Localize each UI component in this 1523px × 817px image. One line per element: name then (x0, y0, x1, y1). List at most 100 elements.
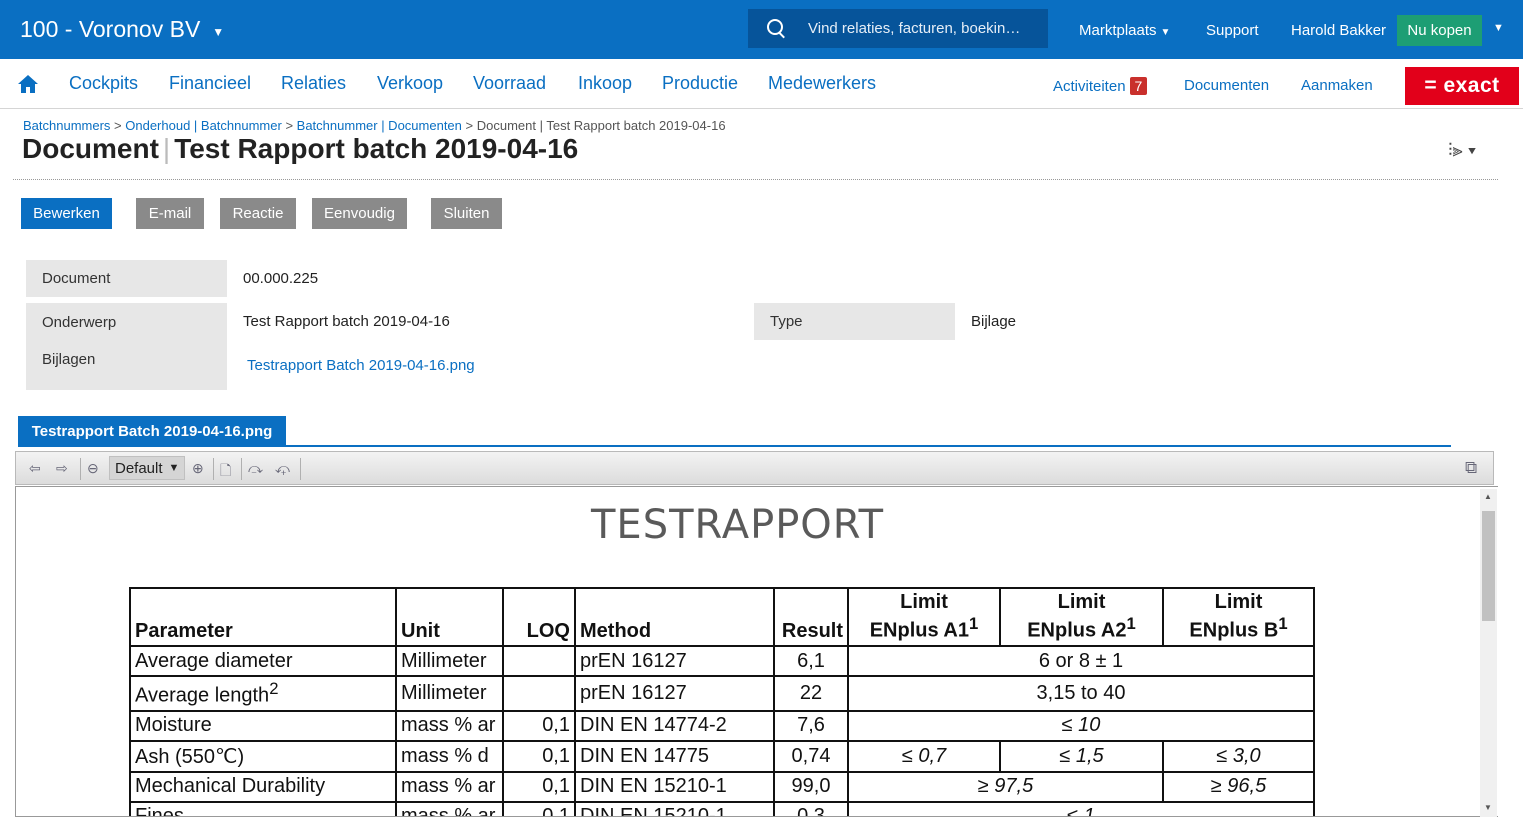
nav-financieel[interactable]: Financieel (169, 73, 251, 94)
marktplaats-label: Marktplaats (1079, 22, 1157, 39)
support-link[interactable]: Support (1206, 22, 1259, 39)
cell-loq: 0,1 (502, 739, 576, 773)
nav-cockpits[interactable]: Cockpits (69, 73, 138, 94)
cell-parameter: Fines (129, 800, 397, 816)
document-label: Document (26, 260, 227, 297)
close-button[interactable]: Sluiten (431, 198, 502, 229)
home-icon[interactable] (18, 75, 38, 93)
search-icon[interactable] (766, 18, 788, 40)
cell-limit: ≤ 10 (847, 709, 1315, 742)
cell-parameter: Mechanical Durability (129, 770, 397, 803)
documenten-link[interactable]: Documenten (1184, 77, 1269, 94)
simple-view-button[interactable]: Eenvoudig (312, 198, 407, 229)
nav-productie[interactable]: Productie (662, 73, 738, 94)
nav-inkoop[interactable]: Inkoop (578, 73, 632, 94)
cell-method: DIN EN 14774-2 (574, 709, 775, 742)
zoom-out-icon[interactable]: ⊖ (87, 460, 99, 477)
page-title-name: Test Rapport batch 2019-04-16 (174, 133, 579, 164)
rotate-right-icon[interactable]: ⤼ (248, 460, 263, 477)
cell-method: DIN EN 15210-1 (574, 800, 775, 816)
cell-loq: 0,1 (502, 800, 576, 816)
zoom-in-icon[interactable]: ⊕ (192, 460, 204, 477)
main-nav: Cockpits Financieel Relaties Verkoop Voo… (0, 59, 1523, 109)
search-input[interactable] (808, 20, 1028, 37)
zoom-value: Default (115, 459, 163, 477)
breadcrumb: Batchnummers > Onderhoud | Batchnummer >… (23, 118, 726, 133)
footnote-marker: 1 (1126, 614, 1136, 634)
breadcrumb-onderhoud[interactable]: Onderhoud | Batchnummer (125, 118, 282, 133)
table-row: Mechanical Durability mass % ar 0,1 DIN … (129, 770, 1315, 803)
footnote-marker: 2 (269, 679, 279, 698)
breadcrumb-batchnummers[interactable]: Batchnummers (23, 118, 110, 133)
cell-limit-a1-a2: ≥ 97,5 (847, 770, 1164, 803)
buy-now-button[interactable]: Nu kopen (1397, 15, 1482, 46)
next-page-icon[interactable]: ⇨ (56, 460, 68, 477)
subject-label: Onderwerp (42, 314, 117, 331)
cell-unit: Millimeter (395, 675, 504, 712)
table-row: Moisture mass % ar 0,1 DIN EN 14774-2 7,… (129, 709, 1315, 742)
header-limit-text: Limit (1214, 591, 1263, 614)
parameter-text: Average length (135, 684, 270, 707)
email-button[interactable]: E-mail (136, 198, 204, 229)
type-value: Bijlage (971, 313, 1017, 330)
previous-page-icon[interactable]: ⇦ (29, 460, 41, 477)
toolbar-separator (213, 458, 214, 480)
header-limit-text: Limit (900, 591, 948, 614)
attachment-link[interactable]: Testrapport Batch 2019-04-16.png (247, 357, 475, 374)
cell-parameter: Moisture (129, 709, 397, 742)
viewer-toolbar: ⇦ ⇨ ⊖ Default ▼ ⊕ 🗋 ⤼ ⤽ ⧉ (15, 451, 1494, 485)
cell-method: DIN EN 14775 (574, 739, 775, 773)
edit-button[interactable]: Bewerken (21, 198, 112, 229)
nav-verkoop[interactable]: Verkoop (377, 73, 443, 94)
document-value: 00.000.225 (243, 270, 319, 287)
scroll-down-icon[interactable]: ▼ (1484, 803, 1492, 812)
header-parameter: Parameter (129, 587, 397, 647)
chevron-down-icon: ▼ (1160, 27, 1171, 38)
test-report-table: Parameter Unit LOQ Method Result Limit EN… (129, 587, 1315, 816)
tools-menu-icon[interactable]: ⫶⫸ ▾ (1448, 140, 1476, 161)
nav-relaties[interactable]: Relaties (281, 73, 346, 94)
table-row: Ash (550℃) mass % d 0,1 DIN EN 14775 0,7… (129, 739, 1315, 773)
activiteiten-label: Activiteiten (1053, 78, 1126, 95)
nav-medewerkers[interactable]: Medewerkers (768, 73, 876, 94)
nav-voorraad[interactable]: Voorraad (473, 73, 546, 94)
aanmaken-link[interactable]: Aanmaken (1301, 77, 1373, 94)
cell-loq: 0,1 (502, 770, 576, 803)
rotate-left-icon[interactable]: ⤽ (275, 460, 290, 477)
company-switcher[interactable]: 100 - Voronov BV ▼ (20, 16, 224, 43)
table-row: Average diameter Millimeter prEN 16127 6… (129, 645, 1315, 677)
cell-loq (502, 675, 576, 712)
subject-value: Test Rapport batch 2019-04-16 (243, 313, 450, 330)
user-menu[interactable]: Harold Bakker (1291, 22, 1386, 39)
cell-result: 0,74 (773, 739, 849, 773)
scroll-up-icon[interactable]: ▲ (1484, 492, 1492, 501)
chevron-down-icon: ▼ (168, 462, 180, 474)
header-method: Method (574, 587, 775, 647)
global-search[interactable] (748, 9, 1048, 48)
chevron-down-icon[interactable]: ▼ (1493, 22, 1504, 34)
cell-result: 6,1 (773, 645, 849, 677)
header-limit-a2: Limit ENplus A21 (999, 587, 1164, 647)
page-title: Document | Test Rapport batch 2019-04-16 (22, 133, 578, 165)
cell-unit: Millimeter (395, 645, 504, 677)
zoom-select[interactable]: Default ▼ (109, 456, 185, 480)
scrollbar-thumb[interactable] (1482, 511, 1495, 621)
viewer-scrollbar[interactable]: ▲ ▼ (1480, 489, 1497, 817)
cell-unit: mass % d (395, 739, 504, 773)
fullscreen-icon[interactable]: ⧉ (1465, 458, 1477, 478)
tab-attachment[interactable]: Testrapport Batch 2019-04-16.png (18, 416, 286, 447)
header-limit-text: Limit (1057, 591, 1106, 614)
top-bar: 100 - Voronov BV ▼ Marktplaats▼ Support … (0, 0, 1523, 59)
header-b-text: ENplus B (1189, 620, 1279, 642)
marktplaats-menu[interactable]: Marktplaats ▼ (1079, 22, 1170, 39)
page-icon[interactable]: 🗋 (220, 460, 231, 484)
activiteiten-link[interactable]: Activiteiten 7 (1053, 77, 1148, 95)
attachments-label: Bijlagen (42, 351, 96, 368)
header-result: Result (773, 587, 849, 647)
document-title: TESTRAPPORT (591, 502, 885, 548)
reply-button[interactable]: Reactie (220, 198, 296, 229)
breadcrumb-documenten[interactable]: Batchnummer | Documenten (297, 118, 462, 133)
tab-underline (18, 445, 1451, 447)
breadcrumb-current: Document | Test Rapport batch 2019-04-16 (476, 118, 726, 133)
type-label: Type (754, 303, 955, 340)
